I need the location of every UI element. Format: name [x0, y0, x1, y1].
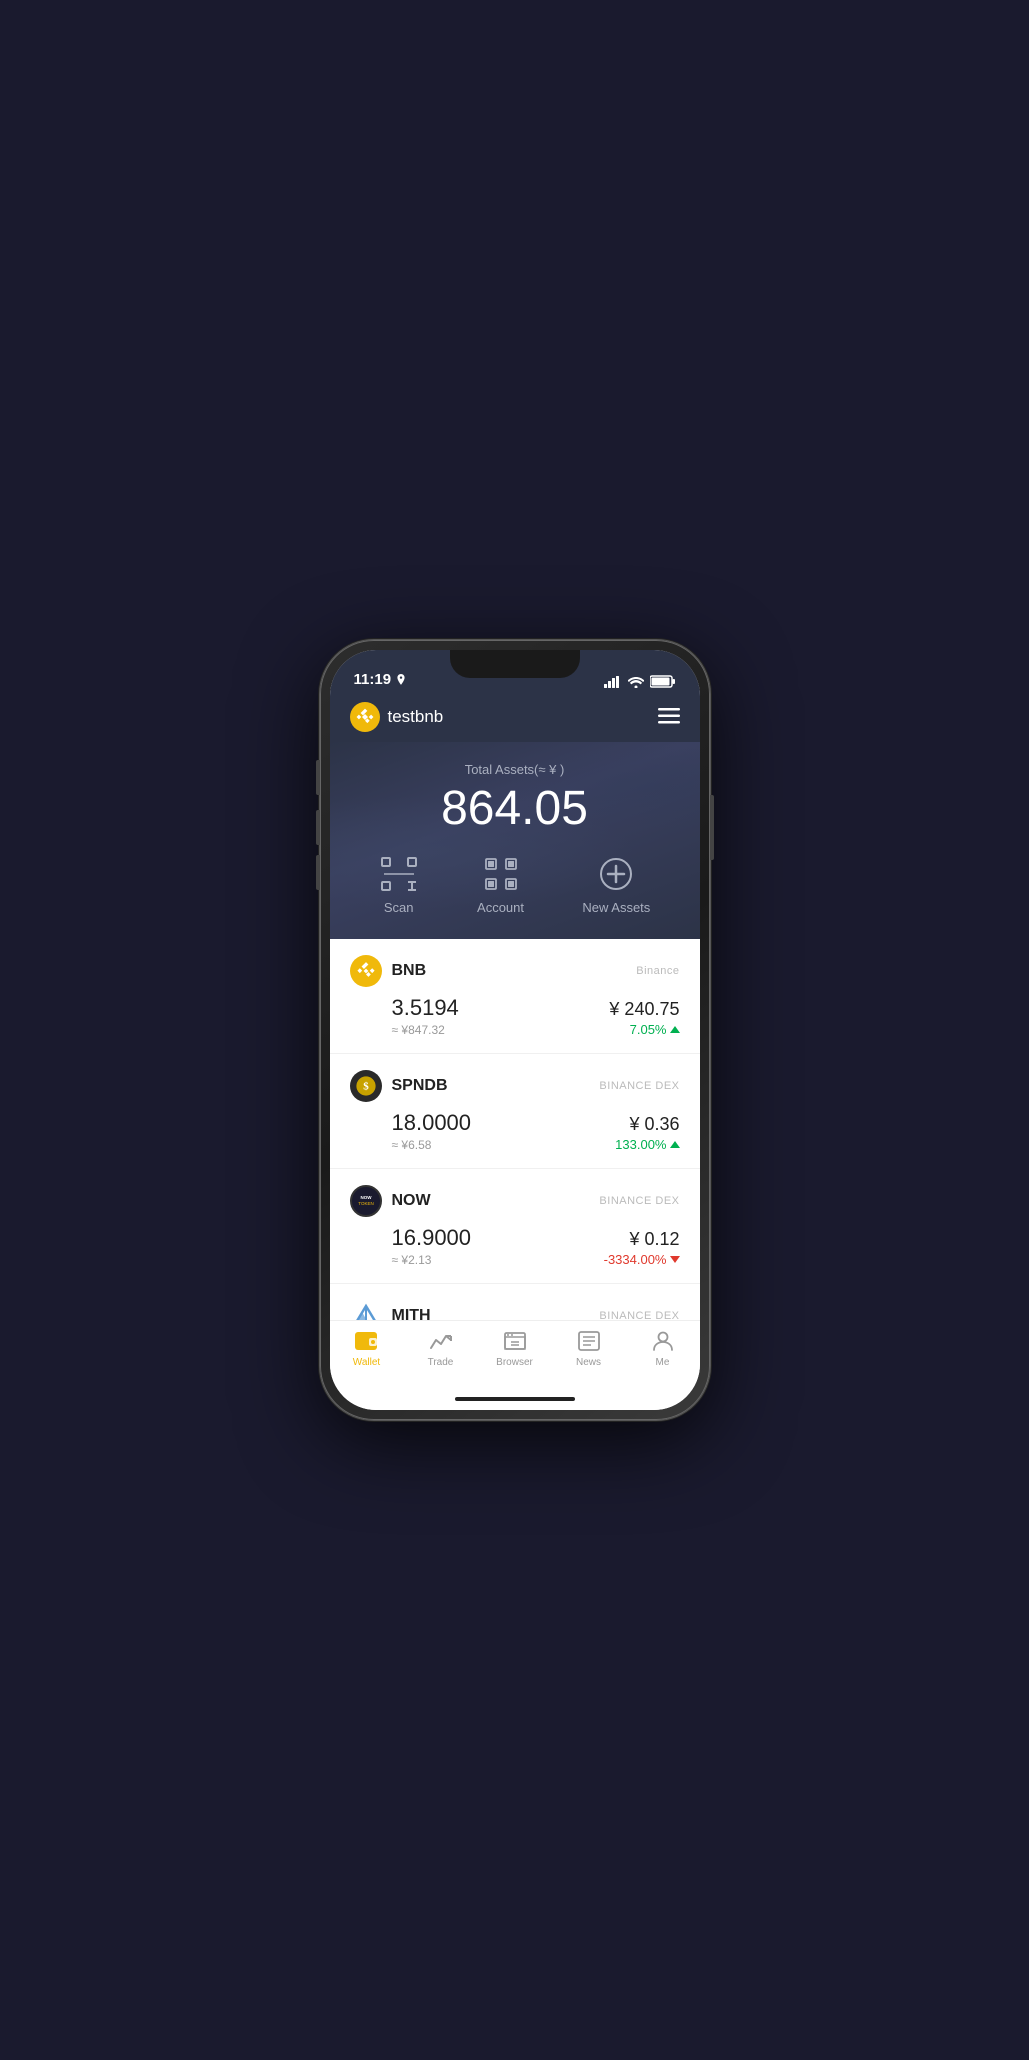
phone-screen: 11:19 [330, 650, 700, 1410]
spndb-icon: $ [350, 1070, 382, 1102]
bnb-arrow [670, 1026, 680, 1033]
total-assets-value: 864.05 [350, 781, 680, 836]
new-assets-button[interactable]: New Assets [582, 854, 650, 915]
now-price-block: ¥ 0.12 -3334.00% [604, 1229, 680, 1267]
now-name: NOW [392, 1192, 431, 1210]
bnb-fiat: ≈ ¥847.32 [392, 1023, 459, 1037]
now-amount: 16.9000 [392, 1225, 472, 1251]
battery-icon [650, 675, 676, 688]
asset-header-now: NOW TOKEN NOW BINANCE DEX [350, 1185, 680, 1217]
bnb-amount-block: 3.5194 ≈ ¥847.32 [392, 995, 459, 1037]
now-change: -3334.00% [604, 1252, 680, 1267]
asset-item-spndb[interactable]: $ SPNDB BINANCE DEX 18.0000 ≈ ¥6.58 ¥ 0.… [330, 1054, 700, 1169]
new-assets-icon [596, 854, 636, 894]
browser-label: Browser [496, 1357, 533, 1368]
spndb-change: 133.00% [615, 1137, 679, 1152]
status-icons [604, 675, 676, 688]
spndb-details: 18.0000 ≈ ¥6.58 ¥ 0.36 133.00% [350, 1110, 680, 1152]
now-fiat: ≈ ¥2.13 [392, 1253, 472, 1267]
bottom-nav: Wallet Trade [330, 1320, 700, 1388]
asset-header-bnb: BNB Binance [350, 955, 680, 987]
news-label: News [576, 1357, 601, 1368]
now-exchange: BINANCE DEX [599, 1195, 679, 1207]
mith-exchange: BINANCE DEX [599, 1310, 679, 1320]
scan-label: Scan [384, 900, 414, 915]
asset-header-spndb: $ SPNDB BINANCE DEX [350, 1070, 680, 1102]
nav-browser[interactable]: Browser [478, 1329, 552, 1368]
bnb-price-block: ¥ 240.75 7.05% [609, 999, 679, 1037]
screen-content: testbnb Total Assets(≈ ¥ ) 864.05 [330, 694, 700, 1410]
header-username: testbnb [388, 707, 444, 727]
now-arrow [670, 1256, 680, 1263]
me-icon [651, 1329, 675, 1353]
scan-button[interactable]: Scan [379, 854, 419, 915]
home-indicator [330, 1388, 700, 1410]
hamburger-icon [658, 708, 680, 724]
bnb-details: 3.5194 ≈ ¥847.32 ¥ 240.75 7.05% [350, 995, 680, 1037]
spndb-name: SPNDB [392, 1077, 448, 1095]
asset-item-now[interactable]: NOW TOKEN NOW BINANCE DEX 16.9000 ≈ ¥2.1… [330, 1169, 700, 1284]
spndb-arrow [670, 1141, 680, 1148]
svg-text:NOW: NOW [360, 1195, 372, 1200]
scan-icon [379, 854, 419, 894]
app-header: testbnb [330, 694, 700, 742]
bnb-amount: 3.5194 [392, 995, 459, 1021]
now-price: ¥ 0.12 [604, 1229, 680, 1250]
news-icon [577, 1329, 601, 1353]
svg-text:TOKEN: TOKEN [358, 1201, 373, 1206]
spndb-price: ¥ 0.36 [615, 1114, 679, 1135]
menu-button[interactable] [658, 706, 680, 728]
hero-section: Total Assets(≈ ¥ ) 864.05 [330, 742, 700, 939]
asset-list: BNB Binance 3.5194 ≈ ¥847.32 ¥ 240.75 7.… [330, 939, 700, 1320]
status-time: 11:19 [354, 671, 408, 688]
account-button[interactable]: Account [477, 854, 524, 915]
account-label: Account [477, 900, 524, 915]
notch [450, 650, 580, 678]
trade-icon [429, 1329, 453, 1353]
spndb-amount: 18.0000 [392, 1110, 472, 1136]
asset-header-mith: MITH BINANCE DEX [350, 1300, 680, 1320]
hero-actions: Scan [350, 854, 680, 915]
trade-label: Trade [428, 1357, 454, 1368]
mith-icon [350, 1300, 382, 1320]
bnb-icon [350, 955, 382, 987]
nav-me[interactable]: Me [626, 1329, 700, 1368]
spndb-price-block: ¥ 0.36 133.00% [615, 1114, 679, 1152]
asset-item-mith[interactable]: MITH BINANCE DEX 22.8900 ≈ ¥8.02 ¥ 0.35 … [330, 1284, 700, 1320]
bnb-header-logo [350, 702, 380, 732]
wallet-icon [355, 1329, 379, 1353]
header-left: testbnb [350, 702, 444, 732]
spndb-exchange: BINANCE DEX [599, 1080, 679, 1092]
spndb-amount-block: 18.0000 ≈ ¥6.58 [392, 1110, 472, 1152]
wifi-icon [628, 676, 644, 688]
nav-trade[interactable]: Trade [404, 1329, 478, 1368]
now-details: 16.9000 ≈ ¥2.13 ¥ 0.12 -3334.00% [350, 1225, 680, 1267]
asset-item-bnb[interactable]: BNB Binance 3.5194 ≈ ¥847.32 ¥ 240.75 7.… [330, 939, 700, 1054]
nav-news[interactable]: News [552, 1329, 626, 1368]
new-assets-label: New Assets [582, 900, 650, 915]
now-icon: NOW TOKEN [350, 1185, 382, 1217]
mith-name: MITH [392, 1307, 431, 1320]
phone-outer: 11:19 [320, 640, 710, 1420]
svg-text:$: $ [363, 1080, 369, 1092]
signal-icon [604, 676, 622, 688]
now-amount-block: 16.9000 ≈ ¥2.13 [392, 1225, 472, 1267]
browser-icon [503, 1329, 527, 1353]
wallet-label: Wallet [353, 1357, 380, 1368]
location-icon [395, 674, 407, 686]
home-bar [455, 1397, 575, 1401]
me-label: Me [656, 1357, 670, 1368]
bnb-change: 7.05% [609, 1022, 679, 1037]
spndb-fiat: ≈ ¥6.58 [392, 1138, 472, 1152]
bnb-exchange: Binance [636, 965, 679, 977]
account-icon [481, 854, 521, 894]
total-assets-label: Total Assets(≈ ¥ ) [350, 762, 680, 777]
bnb-price: ¥ 240.75 [609, 999, 679, 1020]
bnb-name: BNB [392, 962, 427, 980]
nav-wallet[interactable]: Wallet [330, 1329, 404, 1368]
